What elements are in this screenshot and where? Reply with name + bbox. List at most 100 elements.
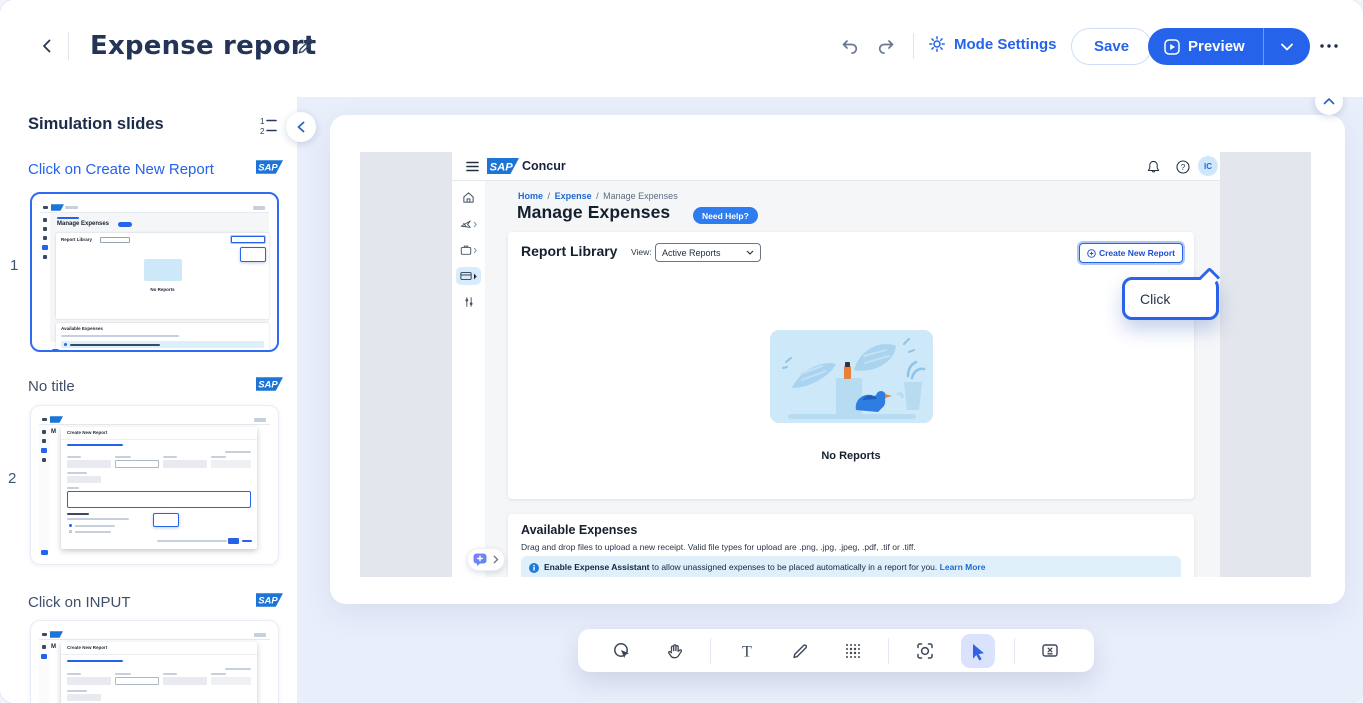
redo-icon [876, 38, 896, 56]
help-icon[interactable]: ? [1176, 160, 1190, 174]
bell-icon[interactable] [1147, 160, 1160, 174]
create-new-report-button[interactable]: Create New Report [1079, 243, 1183, 263]
comment-widget[interactable] [467, 548, 505, 571]
slides-sidebar: Simulation slides 1 2 Click on Create Ne… [0, 97, 297, 703]
drag-tool-button[interactable] [658, 634, 692, 668]
decor-bar [41, 448, 47, 453]
decor-bar [67, 487, 79, 489]
hamburger-icon[interactable] [466, 161, 479, 172]
decor-bar [43, 255, 47, 259]
screenshot-right-margin [1220, 152, 1311, 577]
thumb-input [163, 460, 207, 468]
play-icon [1164, 39, 1180, 55]
concur-app: SAP Concur ? IC [452, 152, 1220, 577]
banner-rest: to allow unassigned expenses to be place… [650, 562, 938, 572]
thumb-create-btn [231, 236, 265, 243]
reorder-slides-button[interactable]: 1 2 [256, 113, 280, 137]
click-tool-button[interactable] [605, 634, 639, 668]
slide-3-title[interactable]: Click on INPUT [28, 594, 243, 611]
need-help-button[interactable]: Need Help? [693, 207, 758, 224]
thumb-comment-icon [41, 550, 48, 555]
sliders-icon[interactable] [463, 296, 475, 308]
travel-nav-item[interactable] [460, 218, 477, 230]
gear-icon [928, 35, 946, 53]
preview-button[interactable]: Preview [1148, 38, 1263, 55]
decor-bar [225, 668, 251, 670]
text-tool-button[interactable]: T [730, 634, 764, 668]
expense-nav-item-selected[interactable] [456, 267, 481, 285]
avatar[interactable]: IC [1198, 156, 1218, 176]
decor-bar [254, 633, 266, 637]
collapse-sidebar-button[interactable] [286, 112, 316, 142]
redo-button[interactable] [874, 35, 898, 59]
capture-tool-icon [915, 641, 935, 661]
click-tooltip[interactable]: Click [1122, 277, 1219, 320]
slide-1-title[interactable]: Click on Create New Report [28, 161, 243, 178]
thumb-expenses-card: Available Expenses [56, 323, 269, 352]
banner-text: Enable Expense Assistant to allow unassi… [544, 562, 985, 572]
slide-1-thumbnail[interactable]: Manage Expenses Report Library No Report… [30, 192, 279, 352]
thumb-input [163, 677, 207, 685]
thumb-rail [39, 425, 49, 556]
preview-dropdown-button[interactable] [1264, 28, 1310, 65]
delete-tool-button[interactable] [1033, 634, 1067, 668]
app-window: Expense report Mode Settings Save Pre [0, 0, 1363, 703]
click-tool-icon [612, 641, 632, 661]
thumb-textarea-highlight [67, 491, 251, 508]
decor-bar [57, 217, 79, 219]
slide-2-title[interactable]: No title [28, 378, 243, 395]
capture-tool-button[interactable] [908, 634, 942, 668]
svg-text:?: ? [1181, 163, 1186, 172]
decor-bar [42, 633, 47, 636]
decor-bar [42, 439, 46, 443]
chevron-left-icon [39, 38, 55, 54]
svg-text:T: T [742, 643, 752, 660]
decor-bar [42, 430, 46, 434]
decor-bar [67, 513, 89, 515]
chevron-right-icon [473, 273, 477, 280]
header-divider [913, 33, 914, 59]
decor-bar [67, 444, 123, 446]
thumb-mock: Manage Expenses Report Library No Report… [40, 202, 269, 342]
view-select[interactable]: Active Reports [655, 243, 761, 262]
svg-text:SAP: SAP [258, 380, 278, 391]
decor-radio [69, 524, 72, 527]
home-icon[interactable] [462, 191, 475, 204]
thumb-tooltip [153, 513, 179, 527]
back-button[interactable] [36, 35, 58, 57]
toolbar-divider [888, 638, 889, 664]
thumb-content: Manage Expenses Report Library No Report… [50, 213, 269, 342]
preview-split-button: Preview [1148, 28, 1310, 65]
available-expenses-card: Available Expenses Drag and drop files t… [508, 514, 1194, 577]
decor-bar [41, 654, 47, 659]
decor-bar [67, 472, 87, 474]
save-button[interactable]: Save [1071, 28, 1152, 65]
decor-bar [163, 673, 177, 675]
breadcrumb-home[interactable]: Home [518, 191, 543, 201]
select-tool-button[interactable] [961, 634, 995, 668]
draw-tool-button[interactable] [783, 634, 817, 668]
slide-screenshot[interactable]: SAP Concur ? IC [360, 152, 1311, 577]
learn-more-link[interactable]: Learn More [940, 562, 986, 572]
blur-tool-button[interactable] [836, 634, 870, 668]
undo-button[interactable] [838, 35, 862, 59]
chevron-up-icon [1323, 97, 1335, 105]
sap-logo: SAP [256, 593, 283, 607]
expense-assistant-banner: Enable Expense Assistant to allow unassi… [521, 556, 1181, 577]
svg-text:1: 1 [260, 117, 265, 126]
briefcase-nav-item[interactable] [460, 244, 477, 256]
mode-settings-button[interactable]: Mode Settings [928, 35, 1057, 53]
breadcrumb-expense[interactable]: Expense [555, 191, 592, 201]
edit-title-button[interactable] [294, 35, 316, 57]
slide-3-thumbnail[interactable]: M Create New Report [30, 620, 279, 703]
view-select-value: Active Reports [662, 248, 721, 258]
thumb-banner [61, 341, 264, 348]
decor-bar [67, 518, 129, 520]
select-cursor-icon [968, 641, 988, 661]
concur-content: Home / Expense / Manage Expenses Manage … [485, 181, 1220, 577]
more-options-button[interactable] [1316, 36, 1342, 56]
decor-bar [67, 456, 81, 458]
sap-logo: SAP [487, 158, 519, 174]
thumb-input [115, 460, 159, 468]
slide-2-thumbnail[interactable]: M Create New Report [30, 405, 279, 565]
